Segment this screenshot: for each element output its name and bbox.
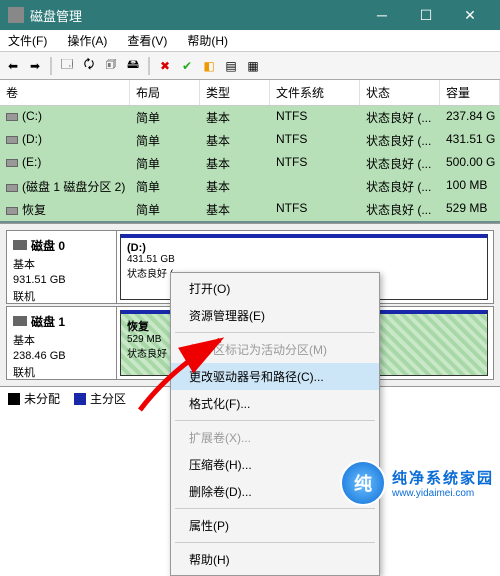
- ctx-props[interactable]: 属性(P): [171, 512, 379, 539]
- separator: [50, 57, 52, 75]
- minimize-button[interactable]: ─: [360, 0, 404, 30]
- separator: [175, 420, 375, 421]
- col-layout[interactable]: 布局: [130, 80, 200, 105]
- view-icon[interactable]: 🗔: [58, 57, 76, 75]
- forward-icon[interactable]: ➡: [26, 57, 44, 75]
- ctx-change-letter[interactable]: 更改驱动器号和路径(C)...: [171, 363, 379, 390]
- delete-icon[interactable]: ✖: [156, 57, 174, 75]
- menu-help[interactable]: 帮助(H): [183, 30, 232, 51]
- list-icon[interactable]: ▤: [222, 57, 240, 75]
- ctx-format[interactable]: 格式化(F)...: [171, 390, 379, 417]
- settings-icon[interactable]: 🗊: [102, 57, 120, 75]
- back-icon[interactable]: ⬅: [4, 57, 22, 75]
- watermark-url: www.yidaimei.com: [392, 488, 474, 499]
- ctx-open[interactable]: 打开(O): [171, 275, 379, 302]
- col-volume[interactable]: 卷: [0, 80, 130, 105]
- col-capacity[interactable]: 容量: [440, 80, 500, 105]
- ctx-explorer[interactable]: 资源管理器(E): [171, 302, 379, 329]
- swatch-unalloc: [8, 393, 20, 405]
- table-row[interactable]: (磁盘 1 磁盘分区 2)简单基本状态良好 (...100 MB: [0, 175, 500, 198]
- watermark-brand: 纯净系统家园: [392, 467, 494, 488]
- table-row[interactable]: (E:)简单基本NTFS状态良好 (...500.00 G: [0, 152, 500, 175]
- new-icon[interactable]: ◧: [200, 57, 218, 75]
- disk-header[interactable]: 磁盘 1基本238.46 GB联机: [7, 307, 117, 379]
- table-row[interactable]: (D:)简单基本NTFS状态良好 (...431.51 G: [0, 129, 500, 152]
- col-status[interactable]: 状态: [360, 80, 440, 105]
- grid-icon[interactable]: ▦: [244, 57, 262, 75]
- menu-view[interactable]: 查看(V): [123, 30, 171, 51]
- close-button[interactable]: ✕: [448, 0, 492, 30]
- titlebar: 磁盘管理 ─ ☐ ✕: [0, 0, 500, 30]
- separator: [175, 332, 375, 333]
- app-icon: [8, 7, 24, 23]
- menu-file[interactable]: 文件(F): [4, 30, 51, 51]
- legend-unalloc: 未分配: [24, 390, 60, 407]
- refresh-icon[interactable]: 🗘: [80, 57, 98, 75]
- context-menu: 打开(O) 资源管理器(E) 将分区标记为活动分区(M) 更改驱动器号和路径(C…: [170, 272, 380, 576]
- watermark-logo-icon: 纯: [340, 460, 386, 506]
- separator: [148, 57, 150, 75]
- separator: [175, 542, 375, 543]
- legend-primary: 主分区: [90, 390, 126, 407]
- disk-header[interactable]: 磁盘 0基本931.51 GB联机: [7, 231, 117, 303]
- disk-icon[interactable]: 🖴: [124, 57, 142, 75]
- check-icon[interactable]: ✔: [178, 57, 196, 75]
- maximize-button[interactable]: ☐: [404, 0, 448, 30]
- ctx-extend: 扩展卷(X)...: [171, 424, 379, 451]
- col-fs[interactable]: 文件系统: [270, 80, 360, 105]
- ctx-help[interactable]: 帮助(H): [171, 546, 379, 573]
- menubar: 文件(F) 操作(A) 查看(V) 帮助(H): [0, 30, 500, 52]
- col-type[interactable]: 类型: [200, 80, 270, 105]
- table-row[interactable]: 恢复简单基本NTFS状态良好 (...529 MB: [0, 198, 500, 221]
- toolbar: ⬅ ➡ 🗔 🗘 🗊 🖴 ✖ ✔ ◧ ▤ ▦: [0, 52, 500, 80]
- window-title: 磁盘管理: [30, 6, 360, 25]
- separator: [175, 508, 375, 509]
- watermark: 纯 纯净系统家园 www.yidaimei.com: [340, 460, 494, 506]
- table-row[interactable]: (C:)简单基本NTFS状态良好 (...237.84 G: [0, 106, 500, 129]
- menu-action[interactable]: 操作(A): [63, 30, 111, 51]
- table-body: (C:)简单基本NTFS状态良好 (...237.84 G(D:)简单基本NTF…: [0, 106, 500, 221]
- ctx-markactive: 将分区标记为活动分区(M): [171, 336, 379, 363]
- table-header: 卷 布局 类型 文件系统 状态 容量: [0, 80, 500, 106]
- volume-table: 卷 布局 类型 文件系统 状态 容量 (C:)简单基本NTFS状态良好 (...…: [0, 80, 500, 223]
- swatch-primary: [74, 393, 86, 405]
